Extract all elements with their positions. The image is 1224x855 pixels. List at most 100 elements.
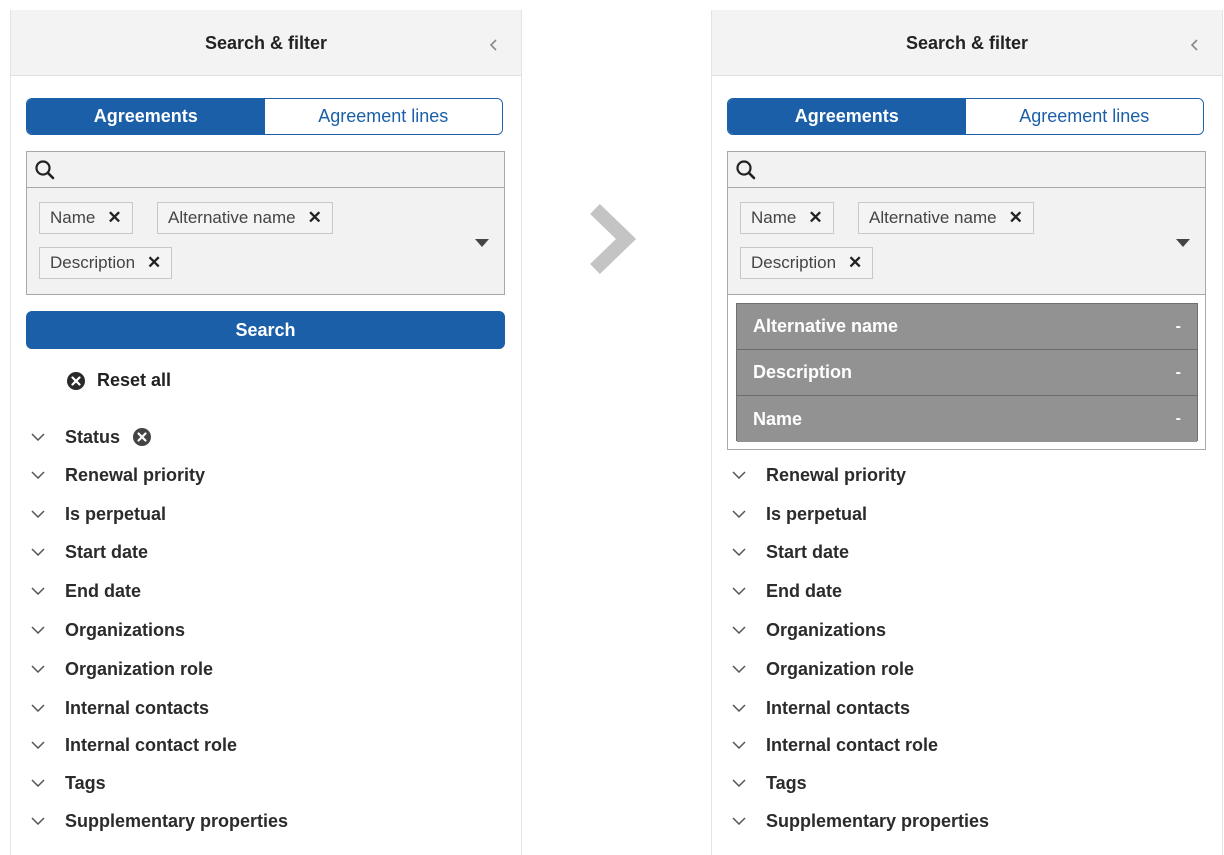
caret-down-icon[interactable] xyxy=(474,238,490,248)
filter-renewal-priority[interactable]: Renewal priority xyxy=(732,461,906,489)
chip-label: Alternative name xyxy=(168,208,296,227)
filter-label: Organizations xyxy=(65,619,186,640)
menu-item-description[interactable]: Description - xyxy=(737,350,1197,396)
filter-label: Supplementary properties xyxy=(65,810,289,831)
filter-supplementary-properties[interactable]: Supplementary properties xyxy=(732,807,989,835)
search-icon xyxy=(736,160,756,180)
filter-internal-contact-role[interactable]: Internal contact role xyxy=(732,731,938,759)
collapse-pane-button[interactable] xyxy=(485,34,503,56)
filter-supplementary-properties[interactable]: Supplementary properties xyxy=(31,807,288,835)
filter-label: Organization role xyxy=(65,658,214,679)
chevron-down-icon xyxy=(732,704,746,712)
clear-filter-button[interactable] xyxy=(132,427,152,447)
menu-item-mark: - xyxy=(1175,410,1181,427)
pane-title: Search & filter xyxy=(204,33,328,53)
filter-internal-contacts[interactable]: Internal contacts xyxy=(31,694,209,722)
chevron-down-icon xyxy=(732,510,746,518)
search-button[interactable]: Search xyxy=(26,311,505,349)
filter-start-date[interactable]: Start date xyxy=(732,538,849,566)
record-type-toggle: Agreements Agreement lines xyxy=(26,98,503,135)
chip-description: Description ✕ xyxy=(740,247,874,279)
reset-all-button[interactable]: Reset all xyxy=(66,370,171,391)
filter-status[interactable]: Status xyxy=(31,423,152,451)
chevron-down-icon xyxy=(31,626,45,634)
menu-item-label: Description xyxy=(753,362,853,382)
chevron-down-icon xyxy=(732,817,746,825)
search-filter-pane-right: Search & filter Agreements Agreement lin… xyxy=(711,10,1223,855)
filter-label: Status xyxy=(65,426,121,447)
close-icon[interactable]: ✕ xyxy=(848,253,862,273)
close-icon[interactable]: ✕ xyxy=(107,208,121,228)
menu-item-alternative-name[interactable]: Alternative name - xyxy=(737,304,1197,350)
filter-organization-role[interactable]: Organization role xyxy=(732,655,914,683)
menu-item-name[interactable]: Name - xyxy=(737,396,1197,442)
chevron-down-icon xyxy=(31,779,45,787)
chevron-down-icon xyxy=(31,704,45,712)
reset-all-label: Reset all xyxy=(97,370,172,390)
tab-agreements[interactable]: Agreements xyxy=(728,99,966,134)
search-filter-pane-left: Search & filter Agreements Agreement lin… xyxy=(10,10,522,855)
filter-organization-role[interactable]: Organization role xyxy=(31,655,213,683)
filter-label: Start date xyxy=(766,541,850,562)
chevron-down-icon xyxy=(732,779,746,787)
chevron-left-icon xyxy=(1190,39,1198,51)
chip-name: Name ✕ xyxy=(39,202,133,234)
chevron-down-icon xyxy=(732,741,746,749)
close-icon[interactable]: ✕ xyxy=(1009,208,1023,228)
chevron-down-icon xyxy=(732,471,746,479)
tab-agreement-lines[interactable]: Agreement lines xyxy=(965,99,1203,134)
pane-header: Search & filter xyxy=(11,10,521,76)
filter-label: Tags xyxy=(766,772,807,793)
filter-label: End date xyxy=(65,580,142,601)
chevron-down-icon xyxy=(31,510,45,518)
filter-label: Internal contact role xyxy=(65,734,238,755)
filter-label: Internal contacts xyxy=(766,697,911,718)
filter-is-perpetual[interactable]: Is perpetual xyxy=(732,500,867,528)
chevron-left-icon xyxy=(489,39,497,51)
search-input[interactable] xyxy=(27,152,504,188)
filter-label: Internal contact role xyxy=(766,734,939,755)
clear-circle-icon xyxy=(133,428,152,446)
filter-label: End date xyxy=(766,580,843,601)
filter-internal-contact-role[interactable]: Internal contact role xyxy=(31,731,237,759)
filter-start-date[interactable]: Start date xyxy=(31,538,148,566)
pane-header: Search & filter xyxy=(712,10,1222,76)
filter-organizations[interactable]: Organizations xyxy=(31,616,185,644)
filter-is-perpetual[interactable]: Is perpetual xyxy=(31,500,166,528)
chevron-down-icon xyxy=(31,741,45,749)
chevron-right-icon xyxy=(590,204,637,274)
search-input[interactable] xyxy=(728,152,1205,188)
search-qualifier-chips: Name ✕ Alternative name ✕ Description ✕ xyxy=(740,202,1160,292)
filter-tags[interactable]: Tags xyxy=(31,769,106,797)
filter-label: Organizations xyxy=(766,619,887,640)
filter-label: Internal contacts xyxy=(65,697,210,718)
chip-label: Description xyxy=(751,253,837,272)
filter-label: Is perpetual xyxy=(65,503,167,524)
collapse-pane-button[interactable] xyxy=(1186,34,1204,56)
search-field-box: Name ✕ Alternative name ✕ Description ✕ xyxy=(26,151,505,295)
filter-renewal-priority[interactable]: Renewal priority xyxy=(31,461,205,489)
filter-end-date[interactable]: End date xyxy=(31,577,141,605)
clear-circle-icon xyxy=(67,371,85,390)
chevron-down-icon xyxy=(31,433,45,441)
chip-label: Description xyxy=(50,253,136,272)
tab-agreement-lines[interactable]: Agreement lines xyxy=(264,99,502,134)
filter-organizations[interactable]: Organizations xyxy=(732,616,886,644)
filter-tags[interactable]: Tags xyxy=(732,769,807,797)
chevron-down-icon xyxy=(732,665,746,673)
filter-end-date[interactable]: End date xyxy=(732,577,842,605)
chip-name: Name ✕ xyxy=(740,202,834,234)
chevron-down-icon xyxy=(31,665,45,673)
filter-internal-contacts[interactable]: Internal contacts xyxy=(732,694,910,722)
menu-item-mark: - xyxy=(1175,363,1181,381)
filter-label: Is perpetual xyxy=(766,503,868,524)
search-qualifier-chips: Name ✕ Alternative name ✕ Description ✕ xyxy=(39,202,459,292)
close-icon[interactable]: ✕ xyxy=(147,253,161,273)
chevron-down-icon xyxy=(732,587,746,595)
chevron-down-icon xyxy=(31,548,45,556)
caret-down-icon[interactable] xyxy=(1175,238,1191,248)
close-icon[interactable]: ✕ xyxy=(808,208,822,228)
menu-item-label: Alternative name xyxy=(753,316,899,336)
tab-agreements[interactable]: Agreements xyxy=(27,99,265,134)
close-icon[interactable]: ✕ xyxy=(308,208,322,228)
